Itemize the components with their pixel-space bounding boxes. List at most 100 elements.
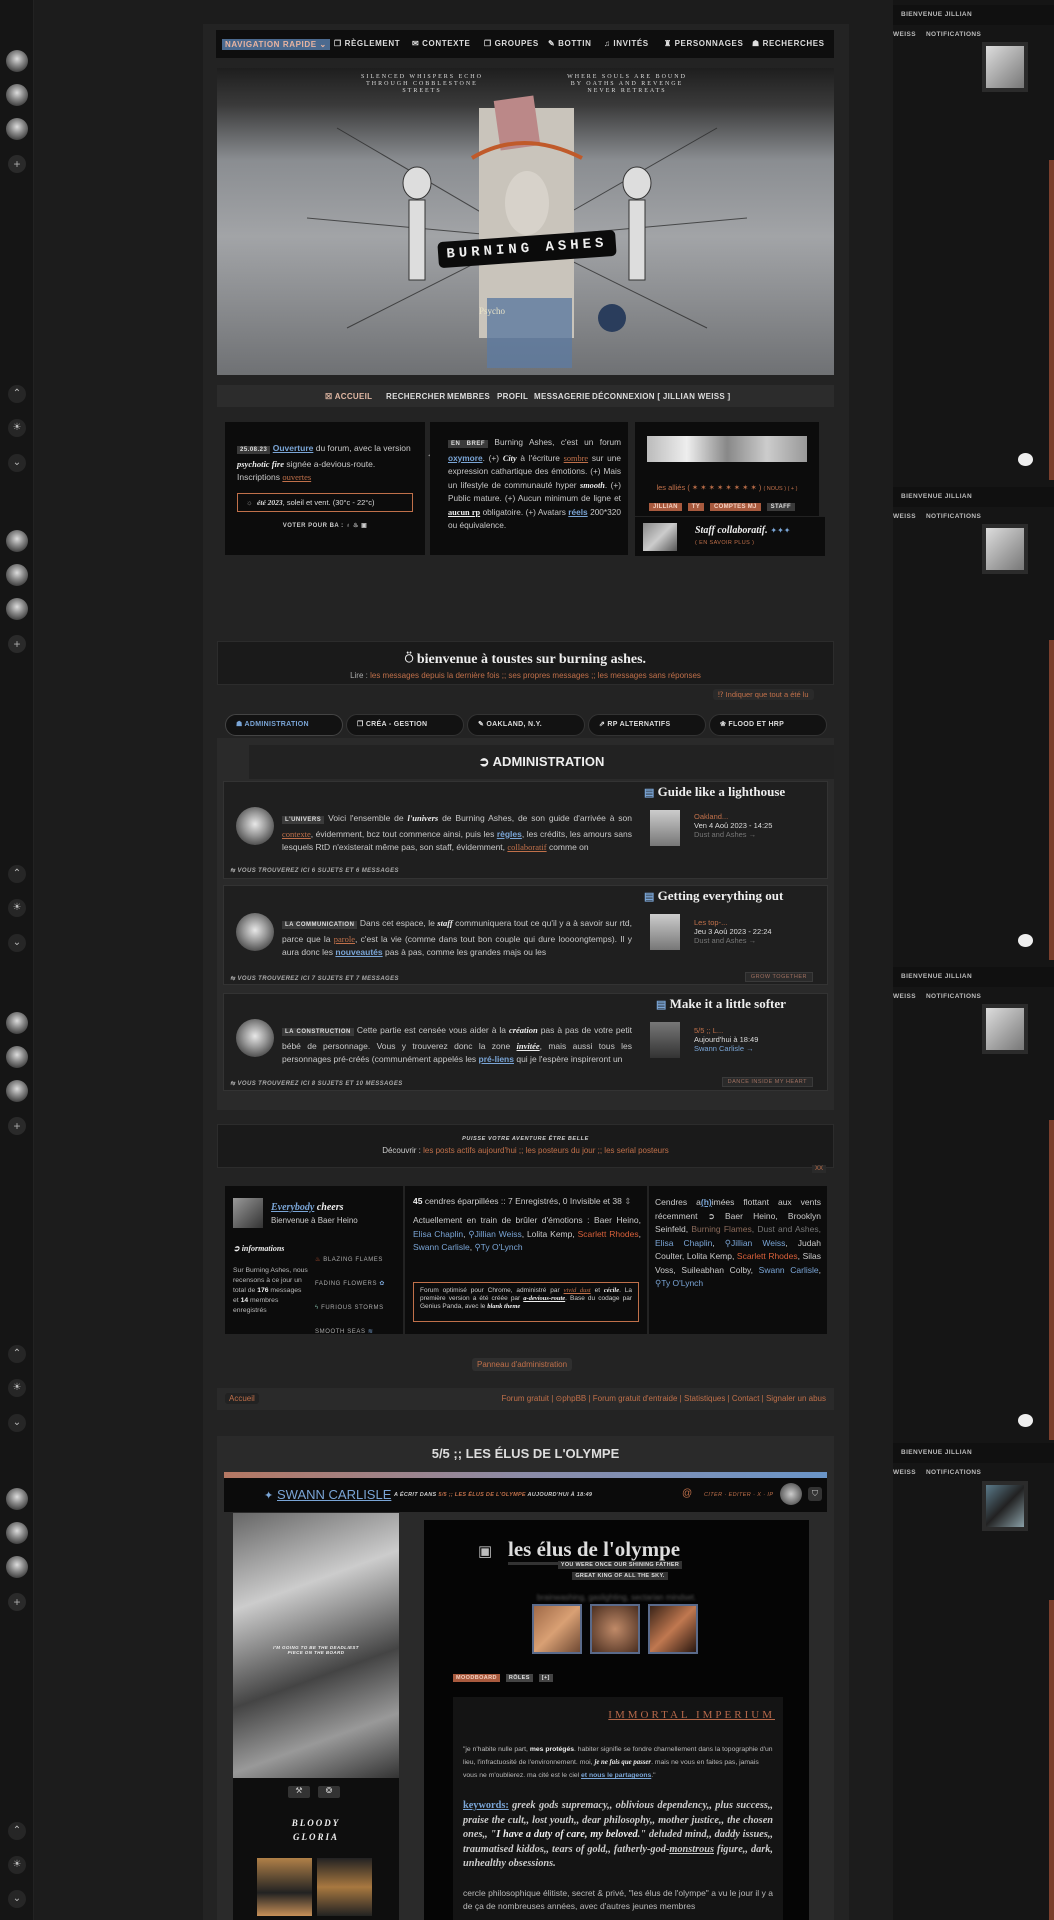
last-post[interactable]: ▤ Guide like a lighthouse Oakland... Ven …	[644, 782, 824, 846]
avatar[interactable]	[6, 598, 28, 620]
chat-icon[interactable]	[1018, 934, 1033, 947]
menu-item-profil[interactable]: PROFIL	[497, 392, 528, 401]
member-link[interactable]: Elisa Chaplin	[413, 1229, 463, 1239]
chevron-down-icon[interactable]: ⌄	[8, 1414, 26, 1432]
nav-item-bottin[interactable]: ✎ BOTTIN	[548, 39, 592, 48]
member-link[interactable]: ⚲Ty O'Lynch	[474, 1242, 522, 1252]
avatar[interactable]	[6, 564, 28, 586]
avatar[interactable]	[6, 1046, 28, 1068]
nav-item-recherches[interactable]: ☗ RECHERCHES	[752, 39, 825, 48]
tab-rp-alternatifs[interactable]: ⇗ RP ALTERNATIFS	[588, 714, 706, 736]
tag-comptes-mj[interactable]: COMPTES MJ	[710, 503, 761, 511]
member-link[interactable]: ,	[639, 1229, 641, 1239]
menu-item-messagerie[interactable]: MESSAGERIE	[534, 392, 590, 401]
opening-link[interactable]: Ouverture	[273, 443, 314, 453]
nav-item-personnages[interactable]: ♜ PERSONNAGES	[664, 39, 743, 48]
chat-icon[interactable]	[1018, 453, 1033, 466]
allies-banner[interactable]	[647, 436, 807, 462]
nav-item-groupes[interactable]: ❒ GROUPES	[484, 39, 539, 48]
member-link[interactable]: Swann Carlisle	[759, 1265, 819, 1275]
notifications-link[interactable]: NOTIFICATIONS	[926, 993, 981, 1000]
sun-icon[interactable]: ☀	[8, 1379, 26, 1397]
avatar[interactable]	[6, 530, 28, 552]
last-post-title[interactable]: Guide like a lighthouse	[658, 784, 786, 799]
sun-icon[interactable]: ☀	[8, 899, 26, 917]
chevron-down-icon[interactable]: ⌄	[8, 934, 26, 952]
menu-item-membres[interactable]: MEMBRES	[447, 392, 490, 401]
footer-accueil-link[interactable]: Accueil	[225, 1393, 259, 1404]
moodboard-image[interactable]	[648, 1604, 698, 1654]
vote-icon[interactable]: ♁ ♨ ▣	[346, 523, 367, 529]
avatar[interactable]	[6, 118, 28, 140]
menu-item-deconnexion[interactable]: DÉCONNEXION [ JILLIAN WEISS ]	[592, 392, 731, 401]
xx-badge[interactable]: XX	[812, 1165, 827, 1173]
add-button[interactable]: +	[8, 1117, 26, 1135]
sidebar-thumbnail[interactable]	[982, 524, 1028, 574]
nav-item-invites[interactable]: ♫ INVITÉS	[604, 39, 649, 48]
avatar[interactable]	[6, 50, 28, 72]
avatar[interactable]	[6, 1522, 28, 1544]
chevron-up-icon[interactable]: ⌃	[8, 1822, 26, 1840]
chevron-up-icon[interactable]: ⌃	[8, 865, 26, 883]
scrollbar[interactable]	[1049, 640, 1054, 960]
tag-ty[interactable]: TY	[687, 503, 705, 511]
member-link[interactable]: ,	[819, 1265, 821, 1275]
discover-links[interactable]: les posts actifs aujourd'hui ;; les post…	[423, 1146, 669, 1155]
inscriptions-link[interactable]: ouvertes	[282, 472, 311, 482]
allies-nous-link[interactable]: ( NOUS ) ( + )	[763, 486, 797, 492]
last-post[interactable]: ▤ Getting everything out Les top-... Jeu …	[644, 886, 824, 950]
emblem-icon[interactable]: ❂	[318, 1786, 340, 1798]
forum-row-univers[interactable]: L'UNIVERS Voici l'ensemble de l'univers …	[223, 781, 828, 879]
notifications-link[interactable]: NOTIFICATIONS	[926, 1469, 981, 1476]
sun-icon[interactable]: ☀	[8, 1856, 26, 1874]
last-post[interactable]: ▤ Make it a little softer 5/5 ;; L... Auj…	[644, 994, 824, 1058]
scrollbar[interactable]	[1049, 1600, 1054, 1920]
member-link[interactable]: Burning Flames	[691, 1224, 751, 1234]
tag-jillian[interactable]: JILLIAN	[649, 503, 682, 511]
sidebar-thumbnail[interactable]	[982, 1004, 1028, 1054]
member-link[interactable]: , Lolita Kemp,	[522, 1229, 578, 1239]
member-link[interactable]: Swann Carlisle	[413, 1242, 470, 1252]
sidebar-thumbnail[interactable]	[982, 1481, 1028, 1531]
chevron-up-icon[interactable]: ⌃	[8, 1345, 26, 1363]
chevron-down-icon[interactable]: ⌄	[8, 454, 26, 472]
add-button[interactable]: +	[8, 635, 26, 653]
shield-icon[interactable]: ⛉	[808, 1487, 822, 1501]
add-button[interactable]: +	[8, 1593, 26, 1611]
chevron-down-icon[interactable]: ⌄	[8, 1890, 26, 1908]
avatar[interactable]	[6, 1488, 28, 1510]
post-forum-link[interactable]: 5/5 ;; LES ÉLUS DE L'OLYMPE	[438, 1492, 526, 1498]
last-post-title[interactable]: Make it a little softer	[670, 996, 786, 1011]
mark-read-link[interactable]: ⁉ Indiquer que tout a été lu	[713, 689, 814, 700]
sun-icon[interactable]: ☀	[8, 419, 26, 437]
notifications-link[interactable]: NOTIFICATIONS	[926, 513, 981, 520]
nav-item-contexte[interactable]: ✉ CONTEXTE	[412, 39, 470, 48]
tab-moodboard[interactable]: MOODBOARD	[453, 1674, 500, 1682]
member-link[interactable]: Scarlett Rhodes	[578, 1229, 639, 1239]
sidebar-thumbnail[interactable]	[982, 42, 1028, 92]
member-link[interactable]: ,	[712, 1238, 724, 1248]
savoir-plus-link[interactable]: ( EN SAVOIR PLUS )	[695, 540, 754, 546]
tag-staff[interactable]: STAFF	[766, 503, 796, 511]
footer-links[interactable]: Forum gratuit | ⊙phpBB | Forum gratuit d…	[501, 1394, 826, 1403]
post-author-link[interactable]: SWANN CARLISLE	[277, 1487, 391, 1502]
moodboard-image[interactable]	[532, 1604, 582, 1654]
member-link[interactable]: ⚲Jillian Weiss	[725, 1238, 786, 1248]
tab-crea-gestion[interactable]: ❒ CRÉA - GESTION	[346, 714, 464, 736]
menu-item-rechercher[interactable]: RECHERCHER	[386, 392, 445, 401]
notifications-link[interactable]: NOTIFICATIONS	[926, 31, 981, 38]
forum-row-construction[interactable]: LA CONSTRUCTION Cette partie est censée …	[223, 993, 828, 1091]
quick-nav-button[interactable]: NAVIGATION RAPIDE ⌄	[222, 39, 330, 50]
scrollbar[interactable]	[1049, 160, 1054, 480]
chat-icon[interactable]	[1018, 1414, 1033, 1427]
avatar[interactable]	[6, 84, 28, 106]
member-link[interactable]: , Dust and Ashes,	[752, 1224, 821, 1234]
tab-oakland[interactable]: ✎ OAKLAND, N.Y.	[467, 714, 585, 736]
member-link[interactable]: Scarlett Rhodes	[737, 1251, 798, 1261]
tab-roles[interactable]: RÔLES	[505, 1674, 533, 1682]
author-mini-avatar[interactable]	[780, 1483, 802, 1505]
tab-administration[interactable]: ☗ ADMINISTRATION	[225, 714, 343, 736]
post-actions[interactable]: CITER · EDITER · X · IP	[704, 1492, 773, 1498]
at-icon[interactable]: @	[682, 1488, 692, 1499]
avatar[interactable]	[6, 1080, 28, 1102]
